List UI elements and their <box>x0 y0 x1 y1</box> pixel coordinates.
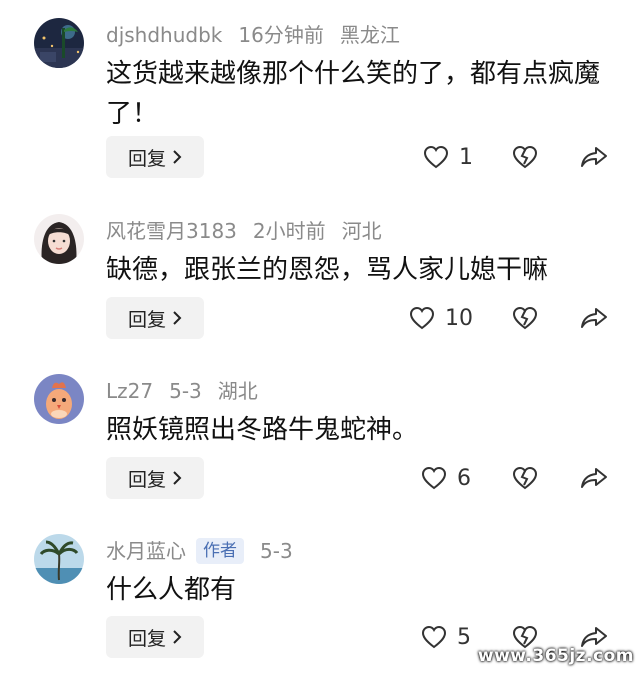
dislike-button[interactable] <box>512 297 540 339</box>
broken-heart-icon <box>512 145 538 169</box>
reply-button[interactable]: 回复 <box>106 457 204 499</box>
chevron-right-icon <box>173 630 182 644</box>
username[interactable]: 风花雪月3183 <box>106 216 237 246</box>
comment-text: 什么人都有 <box>106 575 237 605</box>
comment-time: 16分钟前 <box>238 23 324 47</box>
share-arrow-icon <box>581 308 607 328</box>
reply-label: 回复 <box>127 147 166 170</box>
reply-button[interactable]: 回复 <box>106 297 204 339</box>
share-button[interactable] <box>580 457 608 499</box>
broken-heart-icon <box>512 466 538 490</box>
comment-time: 5-3 <box>260 539 293 563</box>
comment-location: 河北 <box>341 219 382 243</box>
author-badge: 作者 <box>196 538 244 564</box>
share-button[interactable] <box>580 297 608 339</box>
cartoon-bird-avatar-icon <box>34 374 84 424</box>
like-count: 1 <box>459 144 473 170</box>
like-button[interactable]: 1 <box>423 136 473 178</box>
chevron-right-icon <box>173 150 182 164</box>
username[interactable]: djshdhudbk <box>106 20 222 50</box>
heart-icon <box>409 306 435 330</box>
comment-time: 2小时前 <box>252 219 326 243</box>
like-button[interactable]: 5 <box>421 616 471 658</box>
like-count: 10 <box>445 305 473 331</box>
like-count: 6 <box>457 465 471 491</box>
user-avatar[interactable] <box>34 374 84 424</box>
heart-icon <box>423 145 449 169</box>
like-button[interactable]: 6 <box>421 457 471 499</box>
comment-location: 湖北 <box>217 379 258 403</box>
chevron-right-icon <box>173 311 182 325</box>
share-arrow-icon <box>581 147 607 167</box>
reply-button[interactable]: 回复 <box>106 616 204 658</box>
heart-icon <box>421 466 447 490</box>
like-count: 5 <box>457 624 471 650</box>
comment-meta: 风花雪月3183 2小时前 河北 <box>106 216 382 246</box>
comment-meta: 水月蓝心 作者 5-3 <box>106 536 293 566</box>
share-arrow-icon <box>581 468 607 488</box>
chevron-right-icon <box>173 471 182 485</box>
like-button[interactable]: 10 <box>409 297 473 339</box>
username[interactable]: Lz27 <box>106 376 153 406</box>
reply-label: 回复 <box>127 468 166 491</box>
username[interactable]: 水月蓝心 <box>106 536 186 566</box>
user-avatar[interactable] <box>34 534 84 584</box>
comment-text: 缺德，跟张兰的恩怨，骂人家儿媳干嘛 <box>106 255 549 285</box>
night-scene-avatar-icon <box>34 18 84 68</box>
broken-heart-icon <box>512 306 538 330</box>
comment-item: 水月蓝心 作者 5-3 什么人都有 回复 5 <box>0 534 640 694</box>
reply-label: 回复 <box>127 308 166 331</box>
user-avatar[interactable] <box>34 214 84 264</box>
girl-portrait-avatar-icon <box>34 214 84 264</box>
reply-label: 回复 <box>127 627 166 650</box>
comment-time: 5-3 <box>169 379 202 403</box>
share-button[interactable] <box>580 136 608 178</box>
dislike-button[interactable] <box>512 136 540 178</box>
user-avatar[interactable] <box>34 18 84 68</box>
comment-location: 黑龙江 <box>339 23 400 47</box>
comment-meta: Lz27 5-3 湖北 <box>106 376 258 406</box>
watermark: www.365jz.com <box>477 646 634 666</box>
comment-text: 照妖镜照出冬路牛鬼蛇神。 <box>106 415 419 445</box>
dislike-button[interactable] <box>512 457 540 499</box>
comment-item: 风花雪月3183 2小时前 河北 缺德，跟张兰的恩怨，骂人家儿媳干嘛 回复 10 <box>0 214 640 374</box>
reply-button[interactable]: 回复 <box>106 136 204 178</box>
comment-text: 这货越来越像那个什么笑的了，都有点疯魔了！ <box>106 59 601 129</box>
palm-tree-avatar-icon <box>34 534 84 584</box>
comment-item: djshdhudbk 16分钟前 黑龙江 这货越来越像那个什么笑的了，都有点疯魔… <box>0 18 640 178</box>
comment-meta: djshdhudbk 16分钟前 黑龙江 <box>106 20 400 50</box>
comment-item: Lz27 5-3 湖北 照妖镜照出冬路牛鬼蛇神。 回复 6 <box>0 374 640 534</box>
heart-icon <box>421 625 447 649</box>
